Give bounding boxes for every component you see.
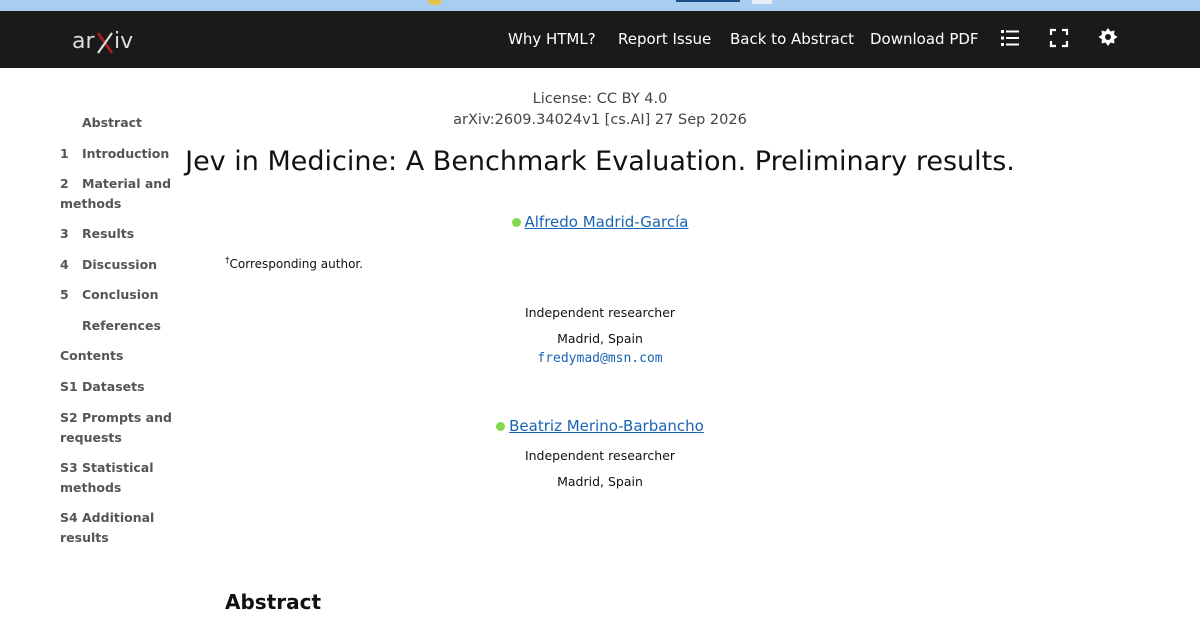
toc-number: 4 bbox=[60, 257, 69, 272]
author-1-location: Madrid, Spain bbox=[557, 331, 643, 346]
toc-item-additional-results[interactable]: S4 Additional results bbox=[60, 508, 200, 548]
license-line: License: CC BY 4.0 bbox=[532, 91, 668, 107]
author-2: Beatriz Merino-Barbancho bbox=[0, 416, 1200, 435]
fullscreen-icon[interactable] bbox=[1048, 27, 1070, 49]
theme-gear-icon[interactable] bbox=[1097, 27, 1119, 49]
toc-item-conclusion[interactable]: 5 Conclusion bbox=[60, 285, 200, 305]
toc-number: 5 bbox=[60, 287, 69, 302]
download-pdf-link[interactable]: Download PDF bbox=[870, 30, 979, 48]
abstract-heading: Abstract bbox=[225, 590, 322, 614]
toc-label: Conclusion bbox=[82, 287, 159, 302]
toc-item-datasets[interactable]: S1 Datasets bbox=[60, 377, 200, 397]
corresponding-author-footnote: †Corresponding author. bbox=[225, 256, 363, 271]
why-html-link[interactable]: Why HTML? bbox=[508, 30, 596, 48]
arxiv-navbar: ar iv Why HTML? Report Issue Back to Abs… bbox=[0, 11, 1200, 68]
toc-label: Datasets bbox=[82, 379, 145, 394]
arxiv-logo[interactable]: ar iv bbox=[72, 23, 144, 57]
toc-item-discussion[interactable]: 4 Discussion bbox=[60, 255, 200, 275]
logo-iv: iv bbox=[114, 29, 133, 54]
author-2-location: Madrid, Spain bbox=[557, 474, 643, 489]
author-1-name-link[interactable]: Alfredo Madrid-García bbox=[525, 213, 689, 231]
toc-number: S4 bbox=[60, 510, 78, 525]
author-2-affiliation: Independent researcher bbox=[524, 448, 676, 463]
orcid-icon[interactable] bbox=[511, 218, 521, 227]
browser-button-fragment[interactable] bbox=[752, 0, 772, 4]
author-1: Alfredo Madrid-García bbox=[0, 212, 1200, 231]
toc-number: S1 bbox=[60, 379, 78, 394]
paper-title: Jev in Medicine: A Benchmark Evaluation.… bbox=[185, 146, 1015, 177]
author-1-affiliation: Independent researcher bbox=[524, 305, 676, 320]
toc-label: Discussion bbox=[82, 257, 158, 272]
author-1-email[interactable]: fredymad@msn.com bbox=[0, 351, 1200, 366]
logo-ar: ar bbox=[72, 29, 95, 54]
arxiv-id-line: arXiv:2609.34024v1 [cs.AI] 27 Sep 2026 bbox=[453, 112, 747, 128]
list-icon[interactable] bbox=[999, 27, 1021, 49]
lightbulb-icon bbox=[428, 0, 442, 5]
browser-link-fragment[interactable] bbox=[676, 0, 740, 2]
footnote-text: Corresponding author. bbox=[229, 257, 364, 271]
toc-number: 2 bbox=[60, 176, 69, 191]
browser-top-strip bbox=[0, 0, 1200, 11]
report-issue-link[interactable]: Report Issue bbox=[618, 30, 711, 48]
toc-label: Material and bbox=[82, 176, 172, 191]
author-2-name-link[interactable]: Beatriz Merino-Barbancho bbox=[509, 417, 704, 435]
toc-item-material-and-methods[interactable]: 2 Material and methods bbox=[60, 174, 200, 214]
toc-label-continued: methods bbox=[60, 196, 122, 211]
back-to-abstract-link[interactable]: Back to Abstract bbox=[730, 30, 854, 48]
orcid-icon[interactable] bbox=[496, 422, 506, 431]
